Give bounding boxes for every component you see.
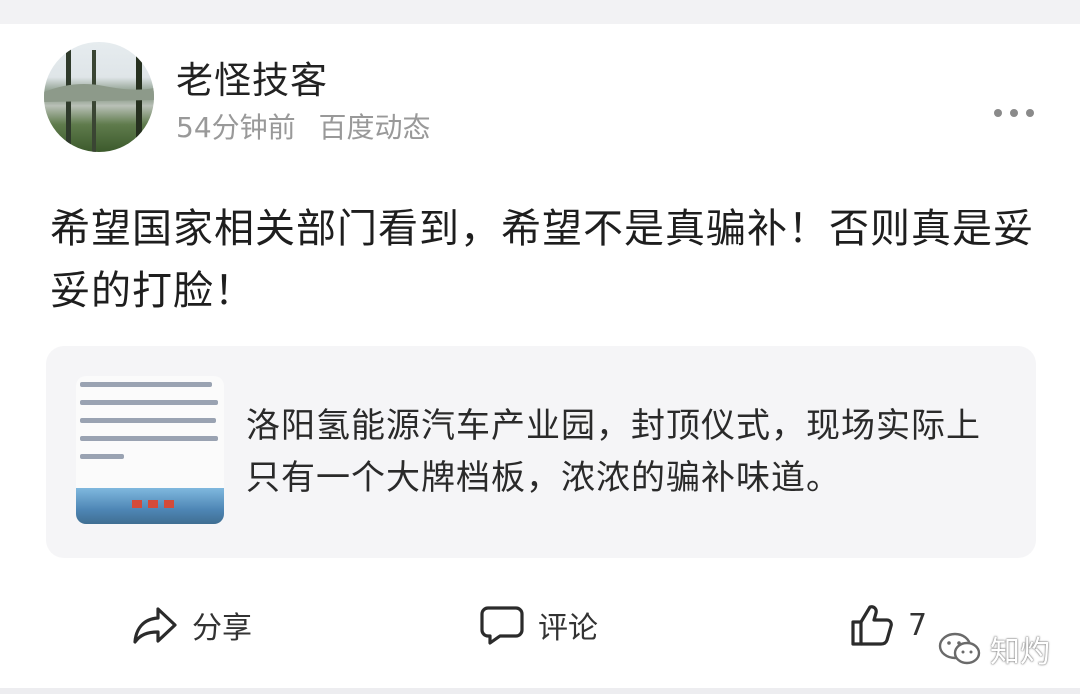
comment-label: 评论 bbox=[538, 611, 598, 646]
bottom-divider bbox=[0, 688, 1080, 694]
share-label: 分享 bbox=[192, 611, 252, 646]
share-arrow-icon bbox=[133, 607, 177, 644]
more-options-button[interactable] bbox=[994, 106, 1034, 120]
post-time: 54分钟前 bbox=[176, 111, 296, 144]
author-name[interactable]: 老怪技客 bbox=[176, 50, 328, 104]
comment-bubble-icon bbox=[480, 606, 524, 645]
post-source: 百度动态 bbox=[318, 111, 431, 144]
quoted-post-thumbnail bbox=[76, 376, 224, 524]
more-dots-icon bbox=[1010, 109, 1018, 117]
comment-button[interactable]: 评论 bbox=[480, 590, 598, 660]
like-count: 7 bbox=[908, 607, 928, 643]
more-dots-icon bbox=[1026, 109, 1034, 117]
action-bar: 分享 评论 7 bbox=[0, 590, 1080, 660]
thumbs-up-icon bbox=[851, 605, 893, 646]
quoted-post-text: 洛阳氢能源汽车产业园，封顶仪式，现场实际上只有一个大牌档板，浓浓的骗补味道。 bbox=[246, 406, 981, 498]
share-button[interactable]: 分享 bbox=[132, 590, 252, 660]
post-body: 希望国家相关部门看到，希望不是真骗补！否则真是妥妥的打脸！ bbox=[50, 206, 1034, 314]
like-button[interactable]: 7 bbox=[850, 590, 927, 660]
author-avatar[interactable] bbox=[44, 42, 154, 152]
wechat-icon bbox=[938, 632, 981, 665]
watermark-label: 知灼 bbox=[990, 635, 1050, 670]
avatar-photo bbox=[44, 42, 154, 152]
more-dots-icon bbox=[994, 109, 1002, 117]
post-meta: 54分钟前 百度动态 bbox=[176, 106, 431, 146]
quoted-post-card[interactable]: 洛阳氢能源汽车产业园，封顶仪式，现场实际上只有一个大牌档板，浓浓的骗补味道。 bbox=[46, 346, 1036, 558]
top-divider bbox=[0, 0, 1080, 24]
watermark: 知灼 bbox=[938, 627, 1050, 671]
